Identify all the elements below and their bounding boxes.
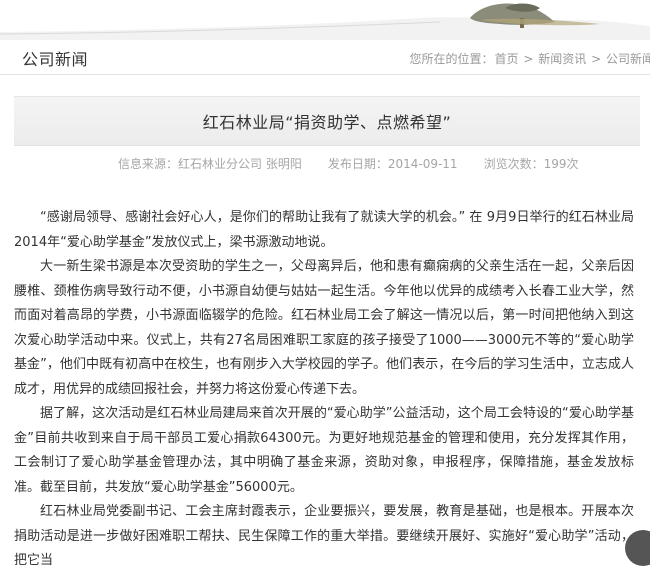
breadcrumb-prefix: 您所在的位置： [410,52,494,66]
article-paragraph: 红石林业局党委副书记、工会主席封霞表示，企业要振兴，要发展，教育是基础，也是根本… [14,500,634,574]
section-header: 公司新闻 您所在的位置：首页 > 新闻资讯 > 公司新闻 [0,38,650,75]
article-title-band: 红石林业局“捐资助学、点燃希望” [14,96,640,146]
article-paragraph: 据了解，这次活动是红石林业局建局来首次开展的“爱心助学”公益活动，这个局工会特设… [14,402,634,500]
article-title: 红石林业局“捐资助学、点燃希望” [14,109,640,133]
article-paragraph: “感谢局领导、感谢社会好心人，是你们的帮助让我有了就读大学的机会。” 在 9月9… [14,206,634,255]
section-title: 公司新闻 [22,46,88,70]
article-date: 发布日期：2014-09-11 [328,157,458,171]
breadcrumb-link-home[interactable]: 首页 [495,52,519,66]
article-source: 信息来源：红石林业分公司 张明阳 [118,157,302,171]
breadcrumb-separator: > [523,52,533,66]
article-body: “感谢局领导、感谢社会好心人，是你们的帮助让我有了就读大学的机会。” 在 9月9… [14,206,634,574]
breadcrumb-link-news[interactable]: 新闻资讯 [538,52,586,66]
breadcrumb: 您所在的位置：首页 > 新闻资讯 > 公司新闻 [409,50,650,67]
article-paragraph: 大一新生梁书源是本次受资助的学生之一，父母离异后，他和患有癫痫病的父亲生活在一起… [14,255,634,402]
header-decoration-tree [0,0,650,40]
breadcrumb-separator: > [591,52,601,66]
article-meta: 信息来源：红石林业分公司 张明阳 发布日期：2014-09-11 浏览次数：199次 [118,155,578,172]
breadcrumb-link-company-news[interactable]: 公司新闻 [606,52,650,66]
article-views: 浏览次数：199次 [484,157,579,171]
